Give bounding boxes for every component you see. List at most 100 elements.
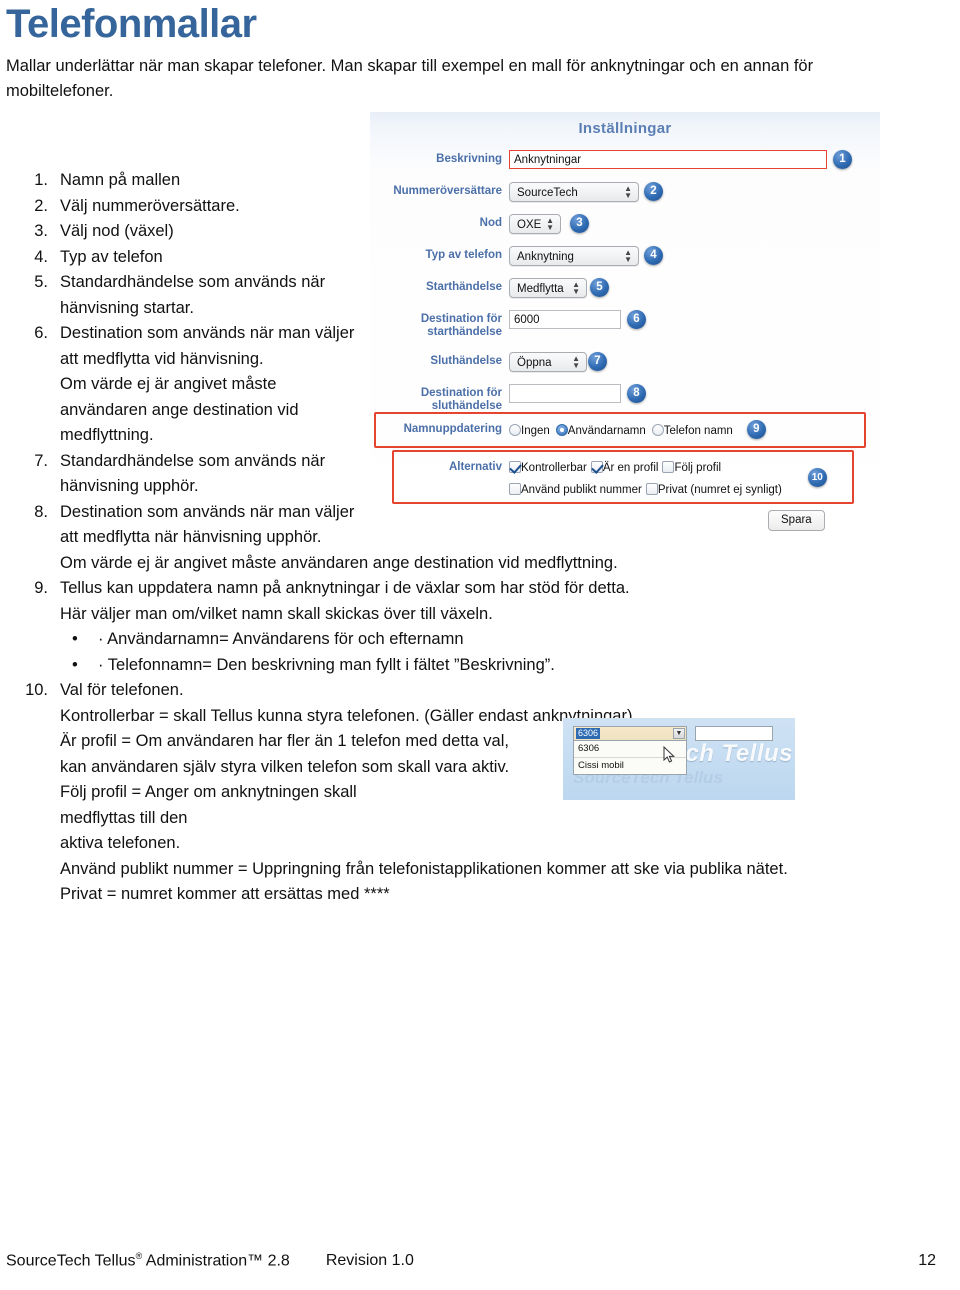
label-namnuppdatering: Namnuppdatering (403, 423, 502, 435)
list-item-text: Namn på mallen (60, 171, 181, 189)
radio-option-3[interactable]: Telefon namn (651, 421, 733, 439)
list-item-text: Välj nod (växel) (60, 222, 174, 240)
select-typ-av-telefon[interactable]: Anknytning ▲ ▼ (509, 246, 639, 266)
list-item-text: Välj nummeröversättare. (60, 196, 240, 215)
checkbox-row-1: Kontrollerbar Är en profil Följ profil (509, 458, 782, 476)
label-starthandelse: Starthändelse (425, 281, 502, 293)
list-item-number: 3. (34, 222, 48, 240)
label-nod: Nod (479, 217, 502, 229)
list-item-continuation: Använd publikt nummer = Uppringning från… (6, 857, 886, 883)
mini-text-input[interactable] (695, 726, 773, 741)
stepper-arrows-icon: ▲ ▼ (572, 354, 580, 370)
list-item-number: 8. (34, 502, 48, 521)
bullet-item: • · Telefonnamn= Den beskrivning man fyll… (6, 653, 886, 679)
label-typ-av-telefon: Typ av telefon (425, 249, 502, 261)
list-item-text: Destination som används när man väljer a… (60, 324, 355, 368)
select-sluthandelse[interactable]: Öppna ▲ ▼ (509, 352, 587, 372)
radio-option-2[interactable]: Användarnamn (555, 421, 646, 439)
list-item-continuation: Här väljer man om/vilket namn skall skic… (6, 602, 886, 628)
select-nummeroversattare[interactable]: SourceTech ▲ ▼ (509, 182, 639, 202)
field-row-beskrivning: Beskrivning Anknytningar 1 (390, 150, 860, 169)
save-button[interactable]: Spara (768, 510, 825, 531)
checkbox-option-1-2[interactable]: Är en profil (590, 458, 658, 476)
list-item-text: Följ profil = Anger om anknytningen skal… (60, 783, 357, 827)
select-starthandelse-value: Medflytta (517, 283, 564, 295)
badge-8: 8 (627, 384, 646, 403)
chevron-down-icon[interactable]: ▼ (673, 728, 685, 739)
badge-10: 10 (807, 468, 827, 487)
checkbox-icon[interactable] (509, 461, 521, 473)
select-starthandelse[interactable]: Medflytta ▲ ▼ (509, 278, 587, 298)
list-item-text: Standardhändelse som används när hänvisn… (60, 451, 326, 496)
checkbox-option-label: Använd publikt nummer (521, 484, 642, 496)
list-item-text: Tellus kan uppdatera namn på anknytninga… (60, 579, 630, 597)
checkbox-option-label: Kontrollerbar (521, 462, 587, 474)
list-item-text: aktiva telefonen. (60, 834, 181, 852)
dropdown-screenshot: ch Tellus SourceTech Tellus 6306 ▼ 6306 C… (563, 718, 795, 800)
field-row-destination-slut: Destination för sluthändelse 8 (390, 384, 860, 413)
field-row-namnuppdatering: Namnuppdatering Ingen Användarnamn Telefon… (390, 420, 870, 439)
settings-form-screenshot: Inställningar Beskrivning Anknytningar 1… (370, 112, 880, 542)
radio-option-label: Telefon namn (663, 424, 733, 437)
radio-button-icon[interactable] (509, 423, 521, 436)
list-item-text: Val för telefonen. (60, 681, 184, 699)
list-item-number (6, 780, 60, 831)
input-destination-start[interactable]: 6000 (509, 310, 621, 329)
checkbox-option-2-1[interactable]: Använd publikt nummer (509, 480, 642, 498)
badge-7: 7 (588, 352, 607, 371)
watermark-text: ch Tellus (685, 740, 793, 767)
list-item-number: 6. (34, 324, 48, 342)
badge-5: 5 (590, 278, 609, 297)
field-row-alternativ: Alternativ Kontrollerbar Är en profil Följ… (408, 458, 868, 498)
bullet-item: • · Användarnamn= Användarens för och eft… (6, 627, 886, 653)
checkbox-option-1-3[interactable]: Följ profil (662, 458, 721, 476)
select-nod[interactable]: OXE ▲ ▼ (509, 214, 561, 234)
bullet-indent (6, 653, 72, 679)
badge-9: 9 (746, 420, 766, 439)
bullet-text: · Telefonnamn= Den beskrivning man fyllt… (98, 655, 555, 674)
checkbox-row-2: Använd publikt nummer Privat (numret ej s… (509, 480, 782, 498)
mini-combobox[interactable]: 6306 ▼ (573, 726, 687, 741)
list-item-text: Här väljer man om/vilket namn skall skic… (60, 604, 493, 623)
list-item-number: 9. (34, 579, 48, 597)
list-item-text: Om värde ej är angivet måste användaren … (60, 375, 299, 444)
list-item: 10. Val för telefonen. (6, 678, 886, 704)
checkbox-option-label: Privat (numret ej synligt) (657, 484, 782, 496)
list-item-number: 2. (34, 196, 48, 215)
checkbox-icon[interactable] (590, 461, 603, 473)
stepper-arrows-icon: ▲ ▼ (572, 280, 580, 296)
list-item-text: Typ av telefon (60, 247, 163, 266)
checkbox-icon[interactable] (509, 483, 521, 495)
footer-product-name: SourceTech Tellus (6, 1252, 136, 1269)
input-destination-slut[interactable] (509, 384, 621, 403)
checkbox-icon[interactable] (662, 461, 675, 473)
field-row-typ-av-telefon: Typ av telefon Anknytning ▲ ▼ 4 (390, 246, 860, 266)
list-item-number (6, 551, 60, 577)
label-sluthandelse: Sluthändelse (430, 355, 502, 367)
radio-option-1[interactable]: Ingen (509, 421, 550, 439)
list-item-continuation: Om värde ej är angivet måste användaren … (6, 551, 886, 577)
badge-3: 3 (570, 214, 589, 233)
field-row-sluthandelse: Sluthändelse Öppna ▲ ▼ 7 (390, 352, 860, 372)
radio-button-icon[interactable] (555, 423, 568, 436)
field-row-destination-start: Destination för starthändelse 6000 6 (390, 310, 860, 339)
input-beskrivning[interactable]: Anknytningar (509, 150, 827, 169)
list-item-number (6, 729, 60, 755)
list-item-number (6, 372, 60, 449)
list-item-number (6, 831, 60, 857)
checkbox-option-1-1[interactable]: Kontrollerbar (509, 458, 587, 476)
list-item-text: Standardhändelse som används när hänvisn… (60, 273, 326, 317)
checkbox-option-2-2[interactable]: Privat (numret ej synligt) (645, 480, 782, 498)
select-sluthandelse-value: Öppna (517, 357, 552, 369)
list-item-number: 10. (25, 681, 48, 699)
checkbox-icon[interactable] (645, 483, 658, 495)
stepper-arrows-icon: ▲ ▼ (624, 248, 632, 264)
list-item-number (6, 704, 60, 730)
intro-paragraph: Mallar underlättar när man skapar telefo… (6, 57, 814, 100)
radio-button-icon[interactable] (651, 423, 664, 436)
bullet-text: · Användarnamn= Användarens för och efte… (98, 630, 464, 648)
footer-page-number: 12 (918, 1252, 936, 1269)
label-destination-start: Destination för starthändelse (420, 313, 502, 338)
list-item: 9. Tellus kan uppdatera namn på anknytnin… (6, 576, 886, 602)
stepper-arrows-icon: ▲ ▼ (546, 216, 554, 232)
